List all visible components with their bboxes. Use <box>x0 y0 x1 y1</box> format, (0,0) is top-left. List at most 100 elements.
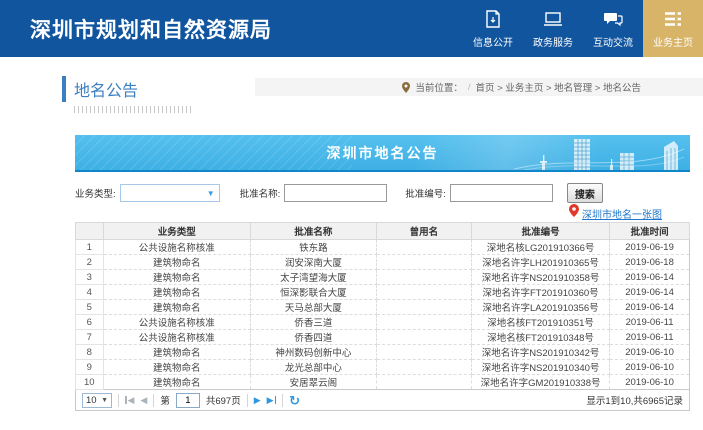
section-title: 地名公告 <box>62 76 192 102</box>
cell-approved-name: 太子湾望海大厦 <box>250 270 376 285</box>
document-icon <box>482 9 504 29</box>
cell-approval-date: 2019-06-14 <box>610 300 690 315</box>
cell-former-name <box>376 285 471 300</box>
table-row[interactable]: 10 建筑物命名 安居翠云阁 深地名许字GM201910338号 2019-06… <box>76 375 690 390</box>
cell-approval-date: 2019-06-10 <box>610 375 690 390</box>
cell-approval-date: 2019-06-11 <box>610 315 690 330</box>
cell-former-name <box>376 255 471 270</box>
cell-business-type: 建筑物命名 <box>103 345 250 360</box>
cell-approved-name: 神州数码创新中心 <box>250 345 376 360</box>
prev-page-button[interactable]: ◀ <box>140 395 147 406</box>
cell-approval-code: 深地名许字LA201910356号 <box>472 300 610 315</box>
current-page-input[interactable] <box>176 393 200 408</box>
col-approval-date[interactable]: 批准时间 <box>610 223 690 240</box>
cell-approval-date: 2019-06-11 <box>610 330 690 345</box>
cell-approved-name: 侨香三道 <box>250 315 376 330</box>
business-type-select[interactable]: ▼ <box>120 184 220 202</box>
location-pin-icon <box>402 82 410 93</box>
cell-business-type: 公共设施名称核准 <box>103 330 250 345</box>
table-header-row: 业务类型 批准名称 曾用名 批准编号 批准时间 <box>76 223 690 240</box>
nav-item-interaction[interactable]: 互动交流 <box>583 0 643 57</box>
nav-label: 信息公开 <box>473 34 513 49</box>
cell-business-type: 公共设施名称核准 <box>103 315 250 330</box>
breadcrumb-slash: / <box>468 82 471 93</box>
cell-business-type: 建筑物命名 <box>103 360 250 375</box>
cell-rownum: 5 <box>76 300 104 315</box>
cell-former-name <box>376 360 471 375</box>
cell-approved-name: 安居翠云阁 <box>250 375 376 390</box>
cell-former-name <box>376 330 471 345</box>
table-row[interactable]: 5 建筑物命名 天马总部大厦 深地名许字LA201910356号 2019-06… <box>76 300 690 315</box>
monitor-icon <box>542 9 564 29</box>
breadcrumb-path[interactable]: 首页 > 业务主页 > 地名管理 > 地名公告 <box>476 80 641 94</box>
cell-approval-code: 深地名核LG201910366号 <box>472 240 610 255</box>
breadcrumb-prefix: 当前位置： <box>415 80 463 94</box>
page-title: 地名公告 <box>74 77 138 101</box>
cell-business-type: 建筑物命名 <box>103 300 250 315</box>
page-size-value: 10 <box>86 395 97 406</box>
map-pin-icon <box>569 204 579 222</box>
title-tick-decoration <box>74 106 192 113</box>
col-business-type[interactable]: 业务类型 <box>103 223 250 240</box>
filter-bar: 业务类型: ▼ 批准名称: 批准编号: 搜索 <box>75 183 690 203</box>
table-row[interactable]: 8 建筑物命名 神州数码创新中心 深地名许字NS201910342号 2019-… <box>76 345 690 360</box>
cell-rownum: 1 <box>76 240 104 255</box>
search-button[interactable]: 搜索 <box>567 183 603 203</box>
breadcrumb: 当前位置： / 首页 > 业务主页 > 地名管理 > 地名公告 <box>255 78 703 96</box>
city-placename-map-link[interactable]: 深圳市地名一张图 <box>582 206 662 221</box>
approval-code-label: 批准编号: <box>405 186 446 200</box>
cell-rownum: 7 <box>76 330 104 345</box>
cell-business-type: 建筑物命名 <box>103 255 250 270</box>
first-page-button[interactable]: ◀ <box>125 395 134 406</box>
records-summary: 显示1到10,共6965记录 <box>586 393 683 407</box>
refresh-icon[interactable]: ↻ <box>289 394 300 407</box>
cell-approval-code: 深地名许字NS201910340号 <box>472 360 610 375</box>
chat-icon <box>602 9 624 29</box>
cell-rownum: 6 <box>76 315 104 330</box>
title-accent-bar <box>62 76 66 102</box>
nav-item-info-disclosure[interactable]: 信息公开 <box>463 0 523 57</box>
table-row[interactable]: 2 建筑物命名 润安深南大厦 深地名许字LH201910365号 2019-06… <box>76 255 690 270</box>
approved-name-label: 批准名称: <box>240 186 281 200</box>
nav-item-business-home[interactable]: 业务主页 <box>643 0 703 57</box>
cell-approved-name: 侨香四道 <box>250 330 376 345</box>
cell-approval-date: 2019-06-14 <box>610 270 690 285</box>
nav-label: 业务主页 <box>653 34 693 49</box>
announcements-table: 业务类型 批准名称 曾用名 批准编号 批准时间 1 公共设施名称核准 铁东路 深… <box>75 222 690 390</box>
page-size-select[interactable]: 10 ▼ <box>82 393 112 408</box>
col-former-name[interactable]: 曾用名 <box>376 223 471 240</box>
cell-rownum: 4 <box>76 285 104 300</box>
cell-approval-date: 2019-06-10 <box>610 345 690 360</box>
total-pages-label: 共697页 <box>206 393 241 407</box>
divider <box>247 394 248 407</box>
site-header: 深圳市规划和自然资源局 信息公开 政务服务 互动交流 <box>0 0 703 57</box>
table-row[interactable]: 9 建筑物命名 龙光总部中心 深地名许字NS201910340号 2019-06… <box>76 360 690 375</box>
next-page-button[interactable]: ▶ <box>254 395 261 406</box>
cell-rownum: 9 <box>76 360 104 375</box>
cell-approved-name: 龙光总部中心 <box>250 360 376 375</box>
approval-code-input[interactable] <box>450 184 553 202</box>
table-row[interactable]: 3 建筑物命名 太子湾望海大厦 深地名许字NS201910358号 2019-0… <box>76 270 690 285</box>
table-row[interactable]: 4 建筑物命名 恒深影联合大厦 深地名许字FT201910360号 2019-0… <box>76 285 690 300</box>
table-row[interactable]: 1 公共设施名称核准 铁东路 深地名核LG201910366号 2019-06-… <box>76 240 690 255</box>
cell-approval-code: 深地名核FT201910351号 <box>472 315 610 330</box>
cell-approval-code: 深地名核FT201910348号 <box>472 330 610 345</box>
banner-title: 深圳市地名公告 <box>327 143 439 163</box>
cell-approval-code: 深地名许字FT201910360号 <box>472 285 610 300</box>
col-rownum <box>76 223 104 240</box>
cell-rownum: 10 <box>76 375 104 390</box>
cell-approval-code: 深地名许字NS201910342号 <box>472 345 610 360</box>
table-row[interactable]: 6 公共设施名称核准 侨香三道 深地名核FT201910351号 2019-06… <box>76 315 690 330</box>
col-approval-code[interactable]: 批准编号 <box>472 223 610 240</box>
divider <box>153 394 154 407</box>
list-icon <box>662 9 684 29</box>
col-approved-name[interactable]: 批准名称 <box>250 223 376 240</box>
nav-item-gov-services[interactable]: 政务服务 <box>523 0 583 57</box>
cell-former-name <box>376 300 471 315</box>
last-page-button[interactable]: ▶ <box>267 395 276 406</box>
cell-approval-code: 深地名许字LH201910365号 <box>472 255 610 270</box>
approved-name-input[interactable] <box>284 184 387 202</box>
table-row[interactable]: 7 公共设施名称核准 侨香四道 深地名核FT201910348号 2019-06… <box>76 330 690 345</box>
cell-approval-code: 深地名许字GM201910338号 <box>472 375 610 390</box>
business-type-label: 业务类型: <box>75 186 116 200</box>
